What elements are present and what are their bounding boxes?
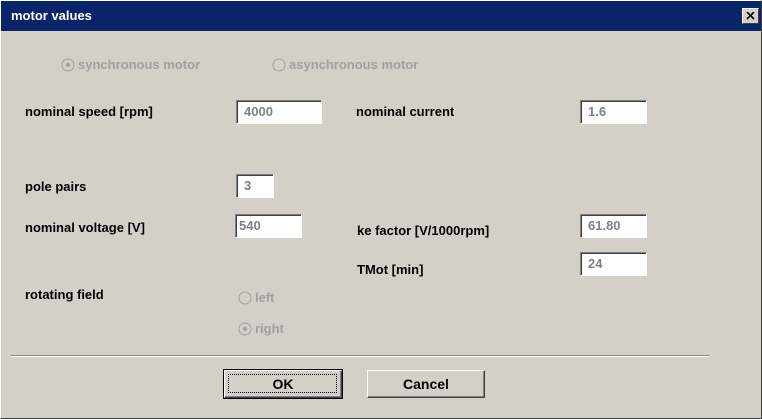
radio-synchronous-motor[interactable]: synchronous motor bbox=[61, 57, 200, 72]
separator-line bbox=[11, 355, 709, 357]
radio-label-asynchronous: asynchronous motor bbox=[289, 57, 419, 72]
ok-button[interactable]: OK bbox=[223, 369, 343, 399]
nominal-voltage-label: nominal voltage [V] bbox=[25, 220, 145, 235]
nominal-speed-label: nominal speed [rpm] bbox=[25, 104, 153, 119]
radio-asynchronous-motor[interactable]: asynchronous motor bbox=[272, 57, 418, 72]
nominal-voltage-field[interactable]: 540 bbox=[235, 214, 302, 238]
ke-factor-label: ke factor [V/1000rpm] bbox=[357, 223, 490, 238]
close-icon bbox=[746, 12, 755, 20]
radio-selected-icon bbox=[238, 322, 252, 336]
radio-rotating-left[interactable]: left bbox=[238, 290, 275, 305]
radio-label-synchronous: synchronous motor bbox=[78, 57, 201, 72]
nominal-speed-field[interactable]: 4000 bbox=[236, 100, 322, 124]
radio-unselected-icon bbox=[238, 291, 252, 305]
tmot-field[interactable]: 24 bbox=[580, 252, 647, 276]
radio-selected-icon bbox=[61, 58, 75, 72]
pole-pairs-label: pole pairs bbox=[25, 179, 87, 194]
radio-label-left: left bbox=[255, 290, 275, 305]
nominal-current-field[interactable]: 1.6 bbox=[580, 100, 647, 124]
cancel-button-label: Cancel bbox=[403, 376, 449, 392]
radio-label-right: right bbox=[255, 321, 284, 336]
motor-values-dialog: motor values synchronous motor asynchron… bbox=[0, 0, 762, 419]
window-title: motor values bbox=[11, 8, 92, 23]
close-button[interactable] bbox=[742, 8, 759, 24]
radio-unselected-icon bbox=[272, 58, 286, 72]
pole-pairs-field[interactable]: 3 bbox=[236, 174, 274, 198]
cancel-button[interactable]: Cancel bbox=[367, 370, 485, 398]
focus-rectangle bbox=[228, 374, 337, 393]
tmot-label: TMot [min] bbox=[357, 262, 424, 277]
rotating-field-label: rotating field bbox=[25, 287, 104, 302]
nominal-current-label: nominal current bbox=[356, 104, 455, 119]
title-bar[interactable]: motor values bbox=[1, 1, 761, 31]
radio-rotating-right[interactable]: right bbox=[238, 321, 284, 336]
ke-factor-field[interactable]: 61.80 bbox=[580, 214, 647, 238]
